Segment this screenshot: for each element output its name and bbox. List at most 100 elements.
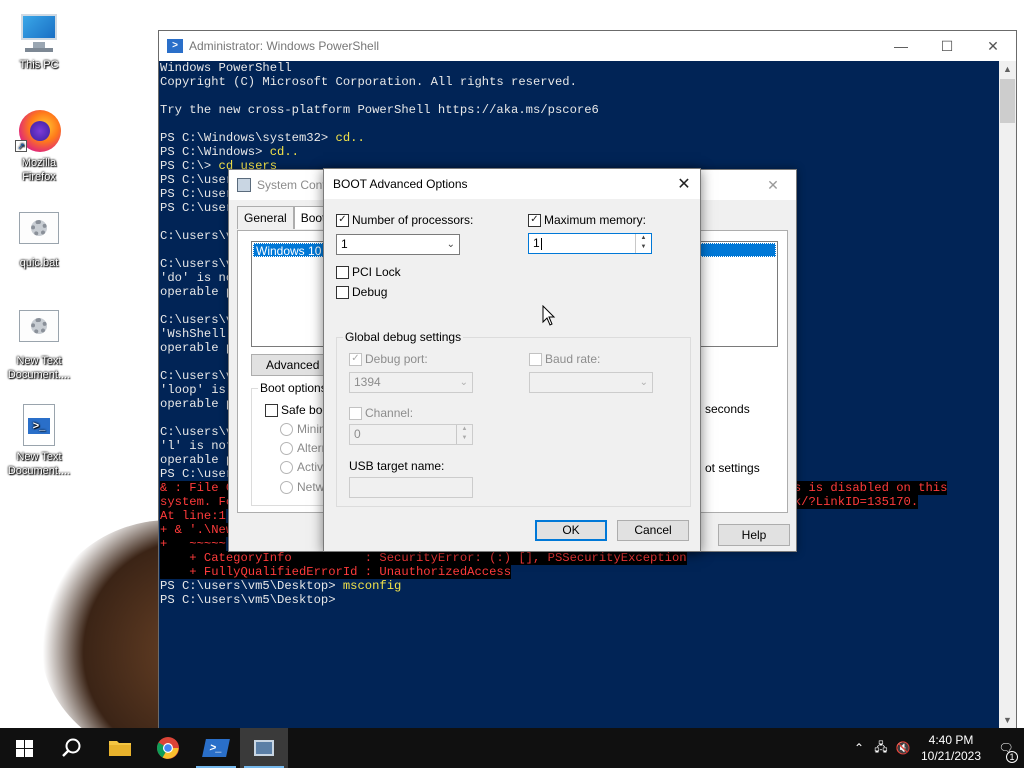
input-value: 1	[533, 236, 540, 250]
maximize-button[interactable]: ☐	[924, 31, 970, 61]
desktop-icon-firefox[interactable]: ↗ Mozilla Firefox	[2, 110, 76, 184]
debug-label: Debug	[352, 285, 388, 299]
search-icon	[62, 738, 81, 757]
desktop-icon-quic-bat[interactable]: quic.bat	[2, 210, 76, 270]
channel-checkbox[interactable]: Channel:	[349, 406, 413, 420]
console-text: + FullyQualifiedErrorId : UnauthorizedAc…	[160, 565, 512, 579]
powershell-icon: >_	[202, 739, 230, 757]
console-text: 'do' is no	[160, 271, 234, 285]
number-of-processors-checkbox[interactable]: ✓ Number of processors:	[336, 213, 473, 227]
text-cursor	[540, 237, 542, 250]
boot-settings-label: ot settings	[705, 461, 760, 475]
console-text: operable p	[160, 453, 234, 467]
debug-port-select[interactable]: 1394 ⌄	[349, 372, 473, 393]
chrome-button[interactable]	[144, 728, 192, 768]
console-command: cd..	[269, 145, 299, 159]
checkmark-icon: ✓	[336, 213, 349, 227]
spin-down-icon[interactable]: ▼	[457, 434, 472, 443]
volume-muted-icon[interactable]: 🔇	[892, 741, 914, 755]
spin-buttons[interactable]: ▲ ▼	[456, 425, 472, 444]
console-text: & : File C	[160, 481, 234, 495]
number-of-processors-label: Number of processors:	[352, 213, 474, 227]
number-of-processors-select[interactable]: 1 ⌄	[336, 234, 460, 255]
boot-options-legend: Boot options	[258, 381, 329, 395]
console-line: Copyright (C) Microsoft Corporation. All…	[160, 75, 1000, 89]
close-button[interactable]: ✕	[970, 31, 1016, 61]
baud-rate-select[interactable]: ⌄	[529, 372, 653, 393]
powershell-titlebar[interactable]: > Administrator: Windows PowerShell — ☐ …	[159, 31, 1016, 61]
search-button[interactable]	[48, 728, 96, 768]
debug-port-checkbox[interactable]: ✓ Debug port:	[349, 352, 428, 366]
vertical-scrollbar[interactable]: ▲ ▼	[999, 61, 1016, 729]
maximum-memory-checkbox[interactable]: ✓ Maximum memory:	[528, 213, 646, 227]
taskbar: >_ ⌃ 🖧 🔇 4:40 PM 10/21/2023 🗨 1	[0, 728, 1024, 768]
safe-boot-checkbox[interactable]: Safe boo	[265, 403, 329, 417]
ok-button[interactable]: OK	[535, 520, 607, 541]
clock-time: 4:40 PM	[928, 733, 974, 747]
cancel-button[interactable]: Cancel	[617, 520, 689, 541]
console-text: PS C:\user	[160, 173, 234, 187]
console-text: PS C:\user	[160, 201, 234, 215]
baud-rate-checkbox[interactable]: Baud rate:	[529, 352, 600, 366]
console-text: C:\users\v	[160, 313, 234, 327]
scroll-up-icon[interactable]: ▲	[999, 61, 1016, 78]
pci-lock-label: PCI Lock	[352, 265, 401, 279]
scrollbar-thumb[interactable]	[1000, 79, 1015, 123]
safe-boot-label: Safe boo	[281, 403, 330, 417]
close-button[interactable]: ✕	[750, 170, 796, 200]
desktop-icon-label: New Text Document....	[7, 451, 71, 477]
desktop-icon-new-text-document-1[interactable]: New Text Document....	[2, 308, 76, 382]
chevron-up-icon[interactable]: ⌃	[848, 741, 870, 755]
chevron-down-icon: ⌄	[446, 239, 455, 250]
network-icon[interactable]: 🖧	[870, 738, 892, 759]
spin-buttons[interactable]: ▲ ▼	[635, 234, 651, 253]
console-text: Try the new cross-platform PowerShell ht…	[160, 103, 599, 117]
console-line: PS C:\Windows\system32> cd..	[160, 131, 1000, 145]
maximum-memory-label: Maximum memory:	[544, 213, 647, 227]
debug-checkbox[interactable]: Debug	[336, 285, 387, 299]
help-button[interactable]: Help	[718, 524, 790, 546]
maximum-memory-input[interactable]: 1 ▲ ▼	[528, 233, 652, 254]
dialog-titlebar[interactable]: BOOT Advanced Options ✕	[324, 169, 700, 199]
scroll-down-icon[interactable]: ▼	[999, 712, 1016, 729]
boot-advanced-options-dialog[interactable]: BOOT Advanced Options ✕ ✓ Number of proc…	[323, 168, 701, 552]
system-tray: ⌃ 🖧 🔇 4:40 PM 10/21/2023 🗨 1	[848, 728, 1024, 768]
dialog-title: BOOT Advanced Options	[333, 177, 468, 191]
console-command: cd..	[335, 131, 365, 145]
desktop-icon-new-text-document-2[interactable]: >_ New Text Document....	[2, 404, 76, 478]
console-text: C:\users\v	[160, 257, 234, 271]
debug-port-label: Debug port:	[365, 352, 428, 366]
console-text: operable p	[160, 285, 234, 299]
file-explorer-button[interactable]	[96, 728, 144, 768]
checkmark-icon: ✓	[528, 213, 541, 227]
spin-down-icon[interactable]: ▼	[636, 243, 651, 252]
tab-general[interactable]: General	[237, 206, 294, 229]
console-line: + CategoryInfo : SecurityError: (:) [], …	[160, 551, 1000, 565]
usb-target-name-input[interactable]	[349, 477, 473, 498]
desktop-icon-label: New Text Document....	[7, 355, 71, 381]
powershell-taskbar-button[interactable]: >_	[192, 728, 240, 768]
minimize-button[interactable]: —	[878, 31, 924, 61]
start-button[interactable]	[0, 728, 48, 768]
channel-input[interactable]: 0 ▲ ▼	[349, 424, 473, 445]
input-value: 0	[354, 427, 361, 441]
close-icon[interactable]: ✕	[668, 174, 700, 194]
timeout-seconds-label: seconds	[705, 402, 750, 416]
desktop-icon-this-pc[interactable]: This PC	[2, 12, 76, 72]
script-file-icon	[15, 308, 63, 352]
desktop-icon-label: quic.bat	[19, 257, 59, 269]
checkbox-box	[349, 406, 362, 420]
msconfig-icon	[254, 740, 274, 756]
spin-up-icon[interactable]: ▲	[636, 234, 651, 243]
console-text: 'WshShell.	[160, 327, 234, 341]
console-text: PS C:\>	[160, 159, 219, 173]
alternate-shell-radio[interactable]: Altern	[280, 441, 328, 455]
pci-lock-checkbox[interactable]: PCI Lock	[336, 265, 401, 279]
clock[interactable]: 4:40 PM 10/21/2023	[914, 732, 988, 764]
checkbox-box	[336, 265, 349, 279]
console-text: C:\users\v	[160, 229, 234, 243]
spin-up-icon[interactable]: ▲	[457, 425, 472, 434]
msconfig-taskbar-button[interactable]	[240, 728, 288, 768]
notifications-button[interactable]: 🗨 1	[988, 741, 1024, 763]
